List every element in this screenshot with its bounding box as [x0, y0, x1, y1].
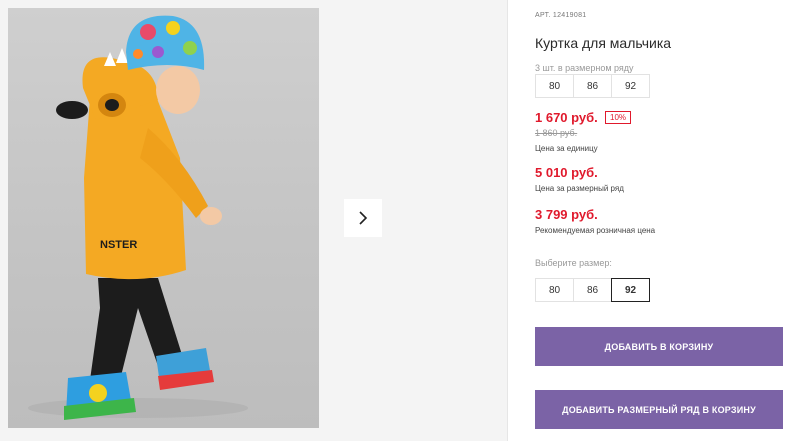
- size-option-92[interactable]: 92: [611, 278, 650, 302]
- range-count-label: 3 шт. в размерном ряду: [535, 63, 634, 73]
- add-to-cart-button[interactable]: ДОБАВИТЬ В КОРЗИНУ: [535, 327, 783, 366]
- size-option-80[interactable]: 80: [535, 278, 574, 302]
- add-range-to-cart-button[interactable]: ДОБАВИТЬ РАЗМЕРНЫЙ РЯД В КОРЗИНУ: [535, 390, 783, 429]
- recommended-price-note: Рекомендуемая розничная цена: [535, 226, 656, 235]
- range-price: 5 010 руб.: [535, 165, 598, 180]
- discount-badge: 10%: [605, 111, 632, 124]
- size-selector: 80 86 92: [535, 278, 650, 302]
- chevron-right-icon: [359, 211, 368, 225]
- panel-divider: [507, 0, 508, 441]
- product-photo[interactable]: NSTER: [8, 8, 319, 428]
- product-photo-illustration: NSTER: [28, 15, 248, 420]
- choose-size-label: Выберите размер:: [535, 258, 612, 268]
- size-option-86[interactable]: 86: [573, 278, 612, 302]
- range-size-80: 80: [535, 74, 574, 98]
- jacket-print-text: NSTER: [100, 239, 137, 251]
- product-sku: АРТ. 12419081: [535, 12, 587, 19]
- next-image-button[interactable]: [344, 199, 382, 237]
- recommended-price: 3 799 руб.: [535, 207, 598, 222]
- range-size-86: 86: [573, 74, 612, 98]
- range-size-92: 92: [611, 74, 650, 98]
- product-gallery: NSTER: [0, 0, 507, 441]
- range-price-note: Цена за размерный ряд: [535, 184, 624, 193]
- unit-price-note: Цена за единицу: [535, 144, 598, 153]
- product-title: Куртка для мальчика: [535, 35, 672, 51]
- range-sizes: 80 86 92: [535, 74, 650, 98]
- old-price: 1 860 руб.: [535, 128, 578, 138]
- unit-price: 1 670 руб.: [535, 110, 598, 125]
